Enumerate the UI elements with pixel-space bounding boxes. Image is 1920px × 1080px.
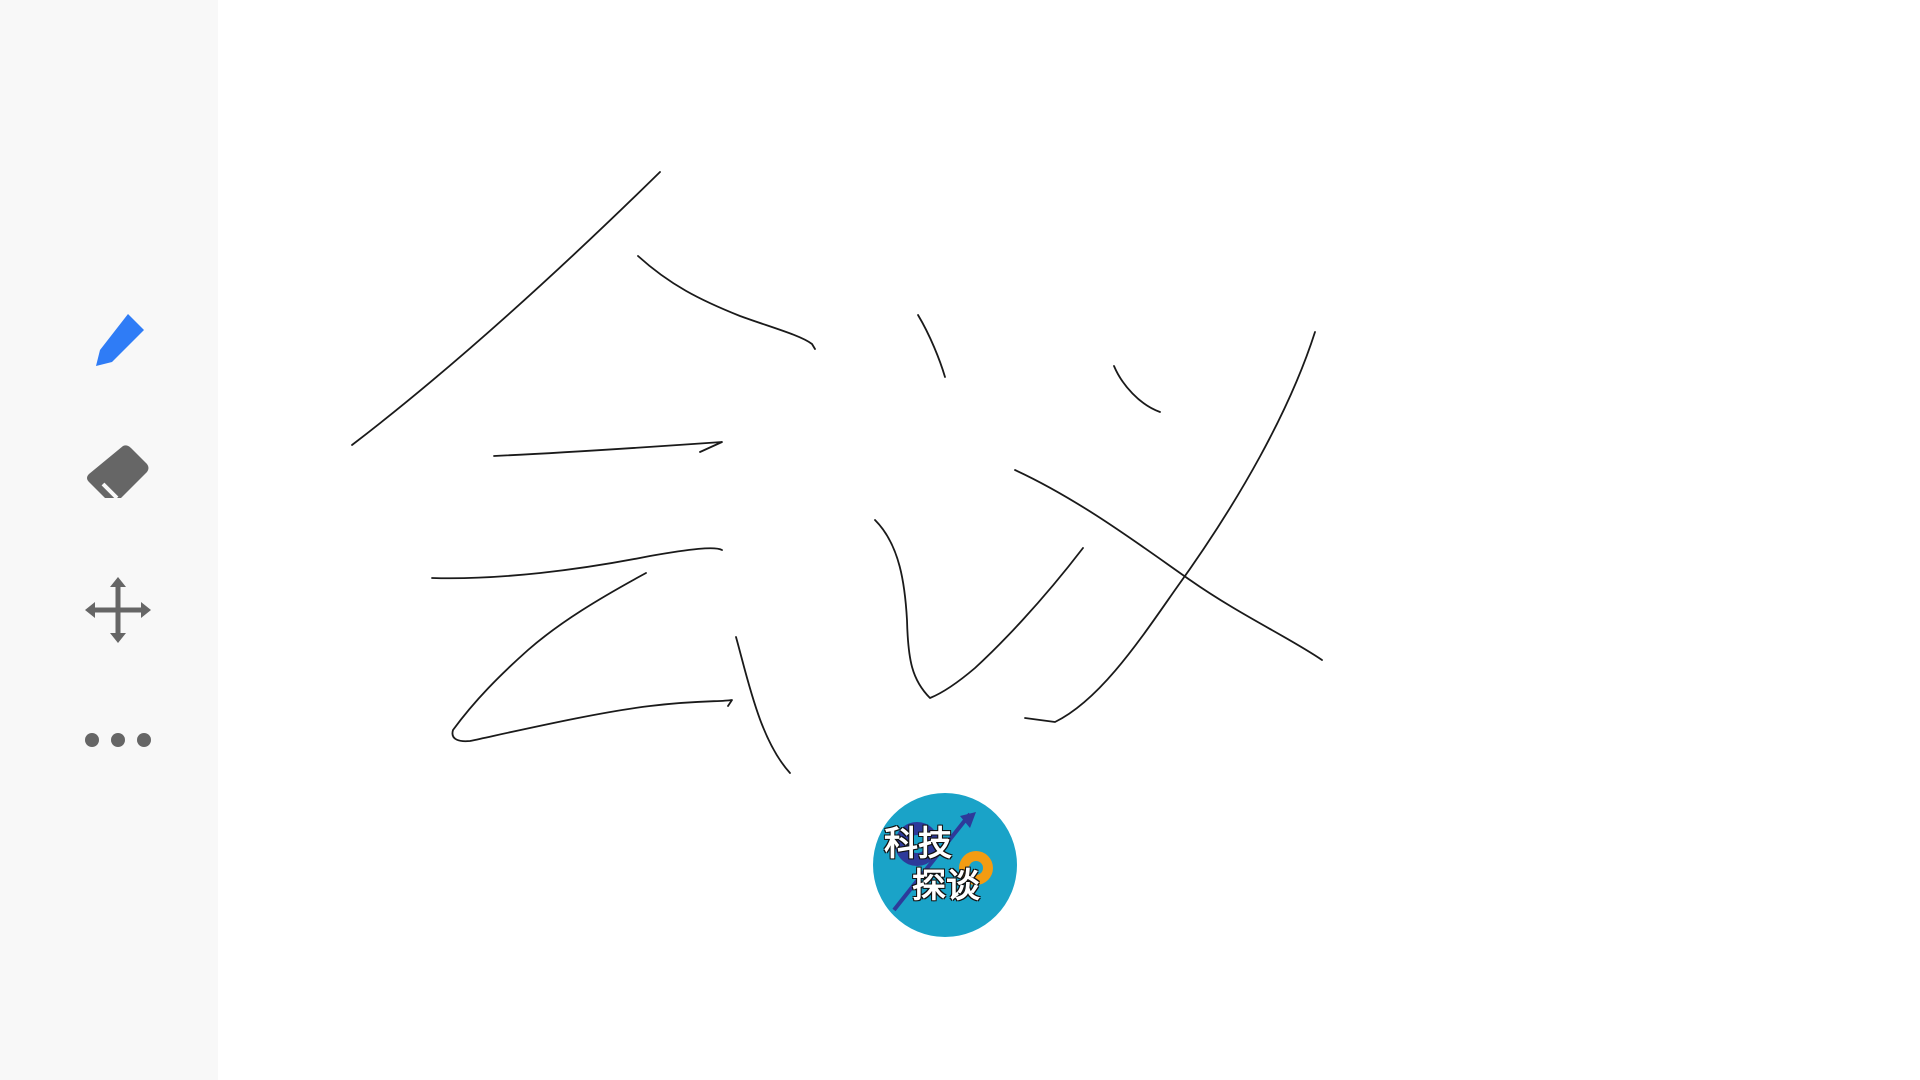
logo-line-1: 科技	[884, 824, 952, 864]
ink-stroke	[917, 314, 946, 378]
eraser-icon	[87, 445, 149, 500]
ink-stroke	[493, 441, 723, 457]
ink-stroke	[1024, 331, 1316, 723]
eraser-tool-button[interactable]	[68, 424, 168, 524]
ink-stroke	[1113, 365, 1161, 413]
ink-stroke	[1014, 469, 1323, 661]
toolbar	[0, 0, 218, 1080]
handwriting-strokes	[351, 171, 1323, 774]
ink-stroke	[874, 519, 1084, 699]
logo-line-2: 探谈	[912, 866, 980, 906]
ink-stroke	[451, 572, 733, 743]
logo-text: 科技 探谈	[872, 792, 1018, 938]
ink-stroke	[431, 547, 723, 580]
ink-stroke	[637, 255, 816, 350]
pen-tool-button[interactable]	[68, 290, 168, 390]
drawing-canvas[interactable]: 科技 探谈	[218, 0, 1920, 1080]
move-arrows-icon	[85, 577, 151, 643]
pencil-icon	[96, 314, 144, 366]
move-tool-button[interactable]	[68, 560, 168, 660]
watermark-logo: 科技 探谈	[872, 792, 1018, 938]
ink-stroke	[735, 636, 791, 774]
ink-stroke	[351, 171, 661, 446]
more-options-button[interactable]	[68, 690, 168, 790]
more-dots-icon	[85, 733, 151, 747]
